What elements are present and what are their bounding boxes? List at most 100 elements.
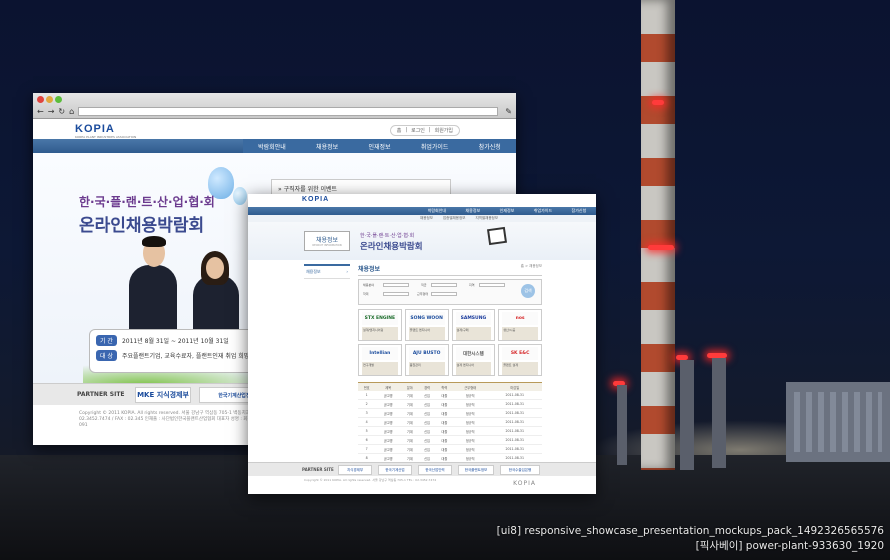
minimize-icon[interactable] [46,96,53,103]
hero-title: 온라인채용박람회 [79,216,205,236]
table-cell: 2011-08-31 [487,417,542,427]
nav-recruit-info[interactable]: 채용정보 [465,208,480,214]
partner-label: PARTNER SITE [77,391,125,398]
field-select[interactable] [383,283,409,287]
side-menu-item[interactable]: 채용정보 › [304,266,350,279]
table-cell: 6 [358,435,376,445]
table-cell: 공고명 [375,426,402,436]
nav-job-guide[interactable]: 취업가이드 [534,208,552,214]
event-box[interactable]: » 구직자를 위한 이벤트 [271,179,451,195]
table-cell: 기계 [401,391,419,400]
address-bar[interactable] [78,107,498,116]
partner-logo[interactable]: 한국산업인력 [418,465,452,475]
browser-chrome: ← → ↻ ⌂ ✎ [33,93,516,119]
subnav-item[interactable]: 채용정보 [420,216,433,221]
partner-logo[interactable]: 한국플랜트정보 [458,465,494,475]
company-logo: AJU BUSTO [408,347,445,360]
close-icon[interactable] [37,96,44,103]
company-card[interactable]: SAMSUNG 설계/구매 [451,309,496,341]
partner-label: PARTNER SITE [302,467,334,472]
back-arrow-icon[interactable]: ← [37,107,44,116]
table-header: 번호 [358,382,376,391]
period-text: 2011년 8월 31일 ~ 2011년 10월 31일 [121,338,229,345]
subpage-banner: 채용정보 RECRUIT INFORMATION 한·국·플·랜·트·산·업·협… [248,222,596,260]
company-card[interactable]: STX ENGINE 설계/엔지니어링 [358,309,402,341]
table-cell: 정규직 [452,426,488,436]
table-cell: 신입 [418,391,436,400]
table-cell: 2011-08-31 [487,435,542,445]
company-card[interactable]: 대한시스템 설계 엔지니어 [451,344,496,376]
site-logo[interactable]: KOPIA [302,196,329,203]
subnav-item[interactable]: 업종별채용정보 [443,216,466,221]
worktype-select[interactable] [431,292,457,296]
table-cell: 2 [358,399,376,409]
plant-building [786,382,890,462]
table-cell: 공고명 [375,444,402,454]
woman-head [206,257,224,279]
company-card[interactable]: AJU BUSTO 품질관리 [404,344,449,376]
chevron-right-icon: › [346,269,348,274]
target-text: 주요플랜트기업, 교육수료자, 플랜트인재 취업 희망자 [121,353,255,360]
table-row[interactable]: 5 공고명 기계 신입 대졸 정규직 2011-08-31 [358,426,542,436]
table-cell: 공고명 [375,417,402,427]
man-hair [142,236,166,247]
side-menu: 채용정보 › [304,264,350,454]
nav-apply[interactable]: 참가신청 [572,208,587,214]
nav-talent-info[interactable]: 인재정보 [500,208,515,214]
table-cell: 2011-08-31 [487,444,542,454]
login-link[interactable]: 로그인 [411,127,425,134]
table-cell: 신입 [418,426,436,436]
table-row[interactable]: 7 공고명 기계 신입 대졸 정규직 2011-08-31 [358,444,542,454]
power-plant-chimney [641,0,675,470]
education-select[interactable] [383,292,409,296]
company-logo: SONG WOON [408,312,445,325]
company-card[interactable]: nos 생산/시공 [498,309,542,341]
company-logo: SK E&C [502,347,538,360]
nav-job-guide[interactable]: 취업가이드 [421,142,449,151]
table-row[interactable]: 4 공고명 기계 신입 대졸 정규직 2011-08-31 [358,417,542,427]
partner-logo[interactable]: 한국기계산업 [378,465,412,475]
company-card[interactable]: Intellian 연구개발 [358,344,402,376]
table-row[interactable]: 1 공고명 기계 신입 대졸 정규직 2011-08-31 [358,391,542,400]
refresh-icon[interactable]: ↻ [58,107,65,116]
table-cell: 정규직 [452,435,488,445]
table-cell: 기계 [401,399,419,409]
nav-fair-info[interactable]: 박람회안내 [258,142,286,151]
company-card[interactable]: SK E&C 플랜트 설계 [498,344,542,376]
partner-logo[interactable]: 한국수출입은행 [500,465,540,475]
maximize-icon[interactable] [55,96,62,103]
partner-logo-mke[interactable]: MKE 지식경제부 [135,387,191,403]
table-row[interactable]: 3 공고명 기계 신입 대졸 정규직 2011-08-31 [358,408,542,418]
company-logo: nos [502,312,538,325]
nav-fair-info[interactable]: 박람회안내 [428,208,446,214]
table-row[interactable]: 2 공고명 기계 신입 대졸 정규직 2011-08-31 [358,399,542,409]
signup-link[interactable]: 회원가입 [435,127,453,134]
balloon-icon [233,187,247,205]
search-button[interactable]: 검색 [521,284,535,298]
forward-arrow-icon[interactable]: → [48,107,55,116]
nav-talent-info[interactable]: 인재정보 [368,142,390,151]
partner-logo[interactable]: 지식경제부 [338,465,372,475]
target-tag: 대 상 [96,350,117,361]
company-card[interactable]: SONG WOON 플랜트 엔지니어 [404,309,449,341]
nav-recruit-info[interactable]: 채용정보 [316,142,338,151]
rank-select[interactable] [431,283,457,287]
breadcrumb: 홈 > 채용정보 [520,264,542,268]
region-select[interactable] [479,283,505,287]
plant-tower [617,385,627,465]
site-logo[interactable]: KOPIA KOREA PLANT INDUSTRIES ASSOCIATION [75,123,136,139]
subnav-item[interactable]: 지역별채용정보 [475,216,498,221]
company-description: 설계/엔지니어링 [362,327,398,340]
table-cell: 신입 [418,417,436,427]
wrench-icon[interactable]: ✎ [505,107,512,116]
table-row[interactable]: 6 공고명 기계 신입 대졸 정규직 2011-08-31 [358,435,542,445]
table-header: 분야 [401,382,419,391]
table-header: 제목 [375,382,402,391]
browser-window-subpage: KOPIA 박람회안내 채용정보 인재정보 취업가이드 참가신청 채용정보 업종… [248,194,596,494]
home-link[interactable]: 홈 [397,127,402,134]
nav-apply[interactable]: 참가신청 [479,142,501,151]
company-description: 설계 엔지니어 [455,362,492,375]
subpage-header: KOPIA [248,194,596,207]
home-icon[interactable]: ⌂ [69,107,74,116]
table-header: 학력 [435,382,453,391]
